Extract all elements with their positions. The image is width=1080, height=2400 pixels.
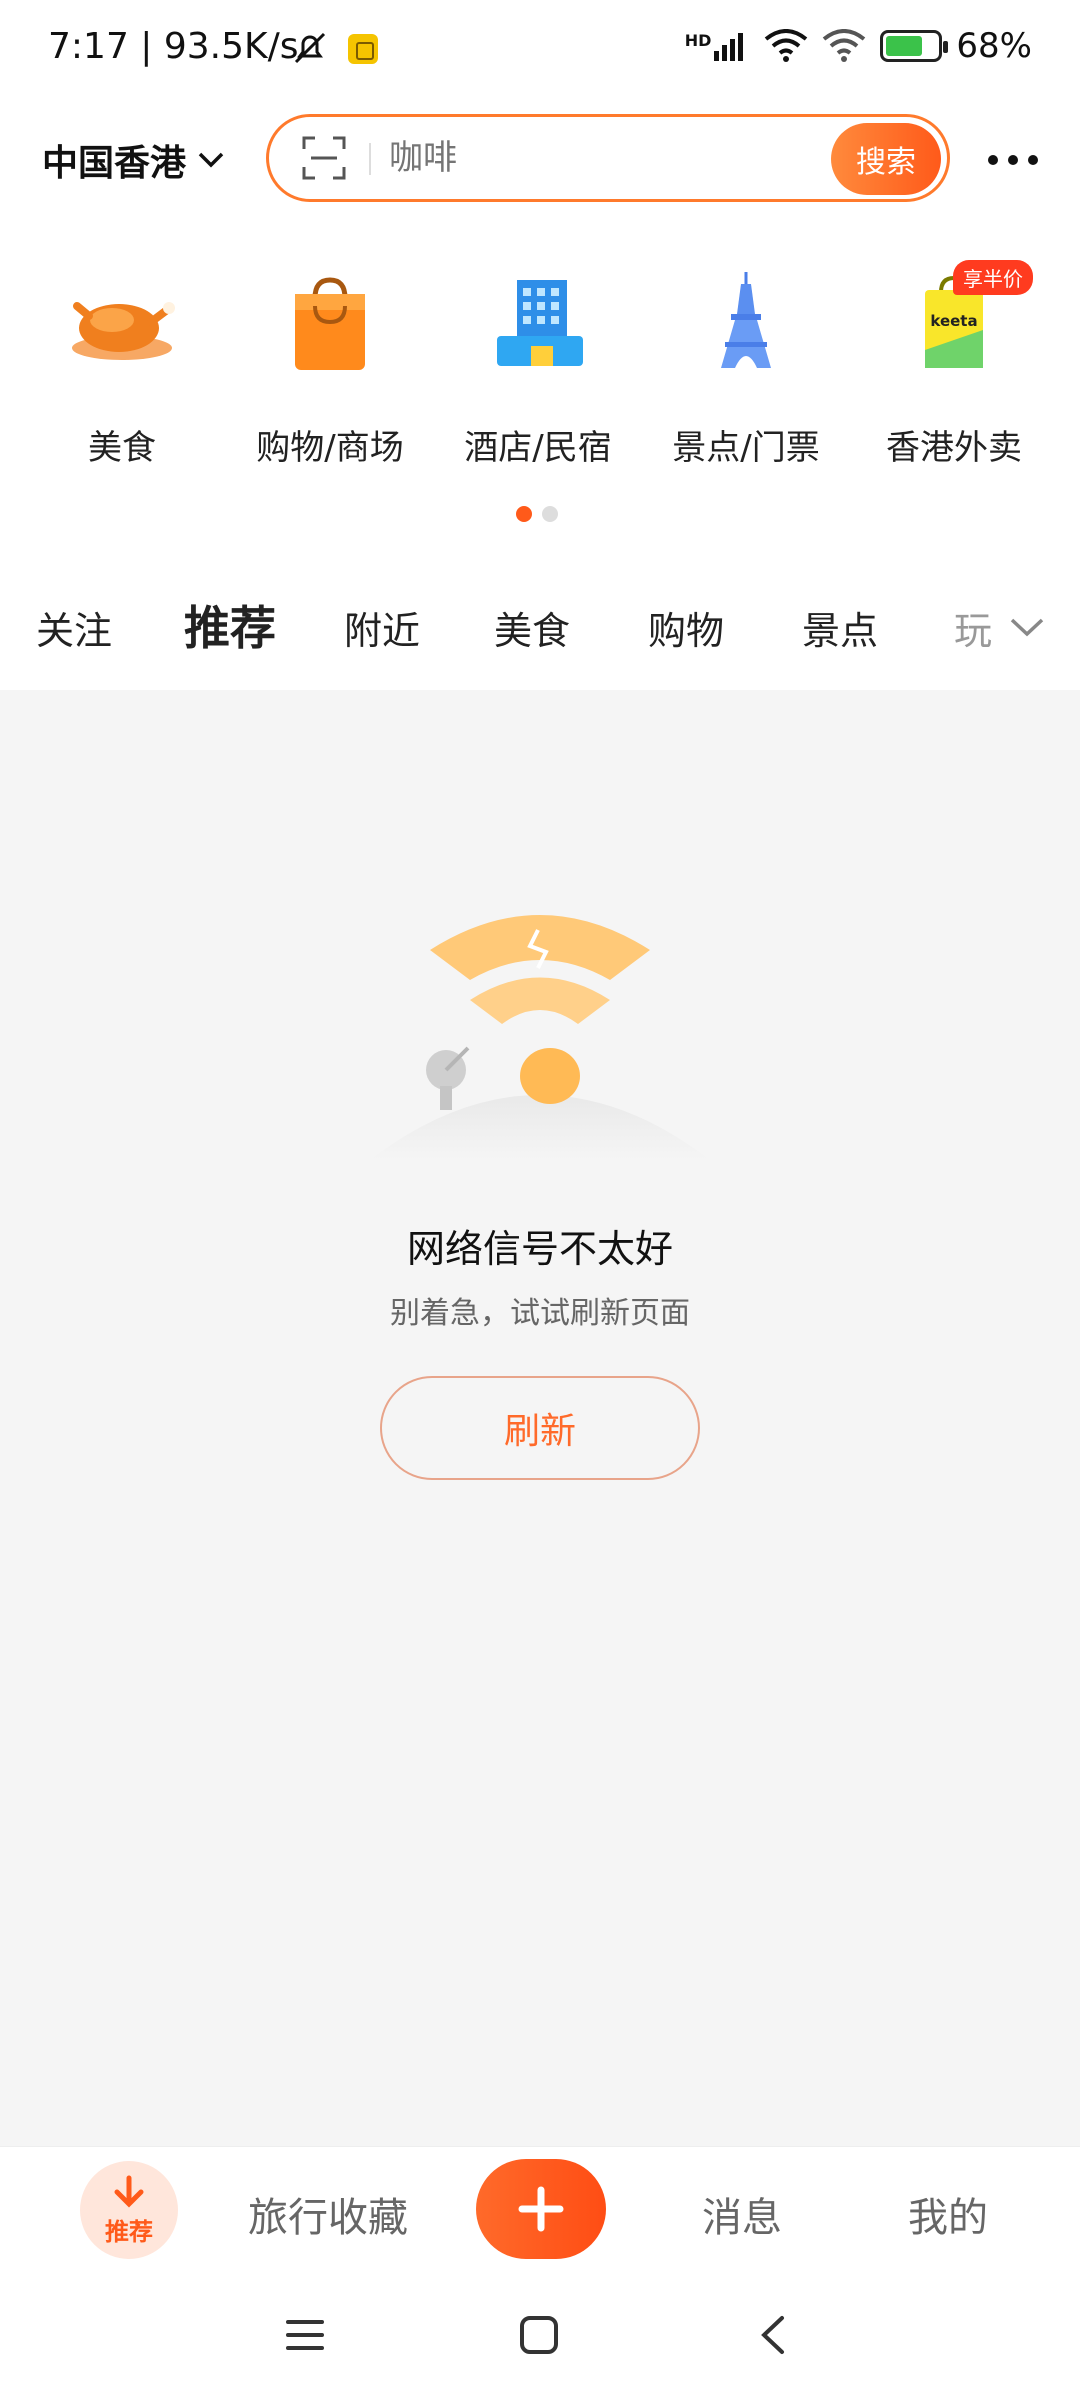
category-food[interactable]: 美食: [22, 270, 222, 469]
back-icon[interactable]: [750, 2310, 800, 2360]
tab-attractions[interactable]: 景点: [802, 600, 878, 655]
weak-signal-illustration: [360, 900, 720, 1160]
wifi-icon: [765, 29, 808, 62]
feed-tabs: 关注 推荐 附近 美食 购物 景点 玩: [0, 590, 1080, 670]
wifi-hotspot-icon: [823, 29, 866, 62]
category-grid: 美食 购物/商场 酒店/民宿 景点/门票 keeta 享半价 香港外卖: [0, 260, 1080, 490]
bottom-navigation: 推荐 旅行收藏 消息 我的: [0, 2146, 1080, 2270]
nav-mine[interactable]: 我的: [908, 2185, 988, 2243]
hotel-building-icon: [483, 270, 593, 380]
category-takeaway[interactable]: keeta 享半价 香港外卖: [854, 260, 1054, 469]
hd-label: HD: [684, 31, 712, 50]
search-button[interactable]: 搜索: [831, 123, 941, 195]
category-label: 酒店/民宿: [464, 428, 612, 468]
svg-text:keeta: keeta: [930, 312, 977, 330]
menu-icon[interactable]: [280, 2310, 330, 2360]
eiffel-tower-icon: [691, 270, 801, 380]
category-shopping[interactable]: 购物/商场: [230, 270, 430, 469]
search-divider: [369, 143, 371, 175]
city-label: 中国香港: [42, 143, 187, 184]
nav-recommend[interactable]: 推荐: [80, 2161, 178, 2259]
search-input[interactable]: [389, 135, 789, 181]
empty-state-subtitle: 别着急，试试刷新页面: [390, 1296, 690, 1331]
plus-icon: [518, 2186, 564, 2232]
status-right: HD 68%: [685, 26, 1032, 66]
half-price-badge: 享半价: [953, 260, 1033, 295]
status-bar: 7:17 | 93.5K/s HD 68%: [0, 0, 1080, 100]
category-label: 购物/商场: [256, 428, 404, 468]
tab-play[interactable]: 玩: [954, 600, 992, 655]
tab-shopping[interactable]: 购物: [648, 600, 724, 655]
keeta-bag-icon: keeta 享半价: [899, 260, 1033, 380]
tab-recommend[interactable]: 推荐: [184, 592, 276, 662]
shopping-bag-icon: [275, 270, 385, 380]
arrow-down-icon: [114, 2175, 144, 2208]
hd-signal-icon: HD: [685, 31, 751, 61]
category-label: 香港外卖: [886, 428, 1022, 468]
app-notification-icon: [348, 34, 378, 64]
home-icon[interactable]: [514, 2310, 564, 2360]
battery-percent: 68%: [956, 26, 1032, 66]
category-label: 景点/门票: [672, 428, 820, 468]
roast-chicken-icon: [67, 270, 177, 380]
tab-follow[interactable]: 关注: [36, 600, 112, 655]
battery-icon: [880, 30, 949, 62]
silent-bell-icon: [290, 28, 330, 72]
refresh-button[interactable]: 刷新: [380, 1376, 700, 1480]
more-options-icon[interactable]: [988, 140, 1044, 180]
city-selector[interactable]: 中国香港: [42, 134, 226, 186]
scan-icon[interactable]: [301, 135, 347, 181]
category-hotel[interactable]: 酒店/民宿: [438, 270, 638, 469]
chevron-down-icon: [198, 152, 224, 168]
status-time: 7:17 | 93.5K/s: [48, 26, 299, 67]
tab-food[interactable]: 美食: [494, 600, 570, 655]
empty-state-title: 网络信号不太好: [406, 1227, 673, 1271]
category-attractions[interactable]: 景点/门票: [646, 270, 846, 469]
carousel-dot: [542, 506, 558, 522]
carousel-dot-active: [516, 506, 532, 522]
header: 中国香港 搜索: [0, 110, 1080, 210]
create-post-button[interactable]: [476, 2159, 606, 2259]
nav-recommend-label: 推荐: [105, 2217, 153, 2246]
search-bar: 搜索: [266, 114, 950, 202]
nav-messages[interactable]: 消息: [702, 2185, 782, 2243]
carousel-indicator: [516, 506, 558, 522]
system-navigation-bar: [0, 2270, 1080, 2400]
tab-nearby[interactable]: 附近: [344, 600, 420, 655]
category-label: 美食: [88, 428, 156, 468]
expand-tabs-chevron-icon[interactable]: [1004, 604, 1050, 650]
nav-favorites[interactable]: 旅行收藏: [248, 2185, 408, 2243]
